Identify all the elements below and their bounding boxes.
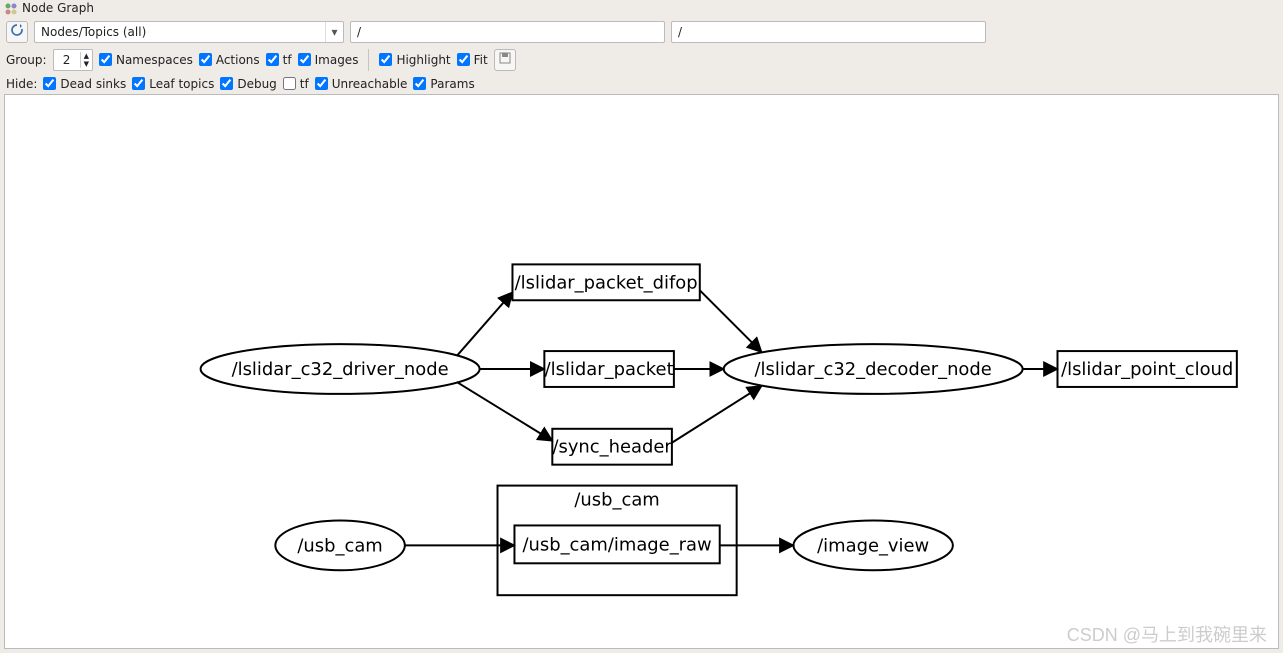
topic-difop-label: /lslidar_packet_difop (515, 272, 698, 293)
edge-sync-decoder (672, 386, 762, 443)
topic-sync-label: /sync_header (552, 437, 672, 458)
edge-difop-decoder (700, 290, 762, 352)
topic-pointcloud-label: /lslidar_point_cloud (1061, 359, 1233, 380)
refresh-icon (10, 23, 24, 40)
save-image-button[interactable] (494, 49, 516, 71)
refresh-button[interactable] (6, 21, 28, 43)
window-title: Node Graph (22, 1, 94, 15)
separator (368, 49, 369, 71)
filter-1-text: / (357, 25, 361, 39)
leaftopics-checkbox[interactable]: Leaf topics (132, 77, 214, 91)
toolbar-hide: Hide: Dead sinks Leaf topics Debug tf Un… (0, 74, 1283, 94)
tf-checkbox[interactable]: tf (266, 53, 292, 67)
filter-2-text: / (678, 25, 682, 39)
node-decoder-label: /lslidar_c32_decoder_node (755, 359, 992, 380)
namespaces-checkbox[interactable]: Namespaces (99, 53, 193, 67)
topic-packet-label: /lslidar_packet (545, 359, 674, 380)
app-icon (4, 1, 18, 16)
group-spinner[interactable]: 2 ▲▼ (53, 49, 93, 71)
actions-checkbox[interactable]: Actions (199, 53, 260, 67)
highlight-checkbox[interactable]: Highlight (379, 53, 450, 67)
unreachable-checkbox[interactable]: Unreachable (315, 77, 408, 91)
namespace-usbcam-label: /usb_cam (574, 490, 659, 511)
edge-driver-difop (457, 292, 513, 356)
window-titlebar: Node Graph (0, 0, 1283, 18)
group-value: 2 (54, 53, 80, 67)
toolbar-options: Group: 2 ▲▼ Namespaces Actions tf Images… (0, 46, 1283, 74)
images-checkbox[interactable]: Images (298, 53, 359, 67)
fit-checkbox[interactable]: Fit (457, 53, 488, 67)
params-checkbox[interactable]: Params (413, 77, 474, 91)
filter-input-2[interactable]: / (671, 21, 986, 43)
spinner-arrows[interactable]: ▲▼ (80, 52, 92, 68)
tf2-checkbox[interactable]: tf (283, 77, 309, 91)
debug-checkbox[interactable]: Debug (220, 77, 276, 91)
edge-driver-sync (457, 382, 553, 441)
group-label: Group: (6, 53, 47, 67)
filter-input-1[interactable]: / (350, 21, 665, 43)
view-mode-combo[interactable]: Nodes/Topics (all) ▾ (34, 21, 344, 43)
chevron-down-icon: ▾ (325, 22, 343, 42)
topic-image-raw-label: /usb_cam/image_raw (522, 534, 711, 555)
save-icon (499, 52, 511, 67)
node-imageview-label: /image_view (817, 535, 929, 556)
graph-canvas[interactable]: /lslidar_c32_driver_node /lslidar_packet… (4, 94, 1279, 649)
node-usbcam-label: /usb_cam (297, 535, 382, 556)
deadsinks-checkbox[interactable]: Dead sinks (43, 77, 126, 91)
hide-label: Hide: (6, 77, 37, 91)
node-driver-label: /lslidar_c32_driver_node (232, 359, 449, 380)
toolbar-main: Nodes/Topics (all) ▾ / / (0, 18, 1283, 46)
view-mode-text: Nodes/Topics (all) (35, 25, 325, 39)
